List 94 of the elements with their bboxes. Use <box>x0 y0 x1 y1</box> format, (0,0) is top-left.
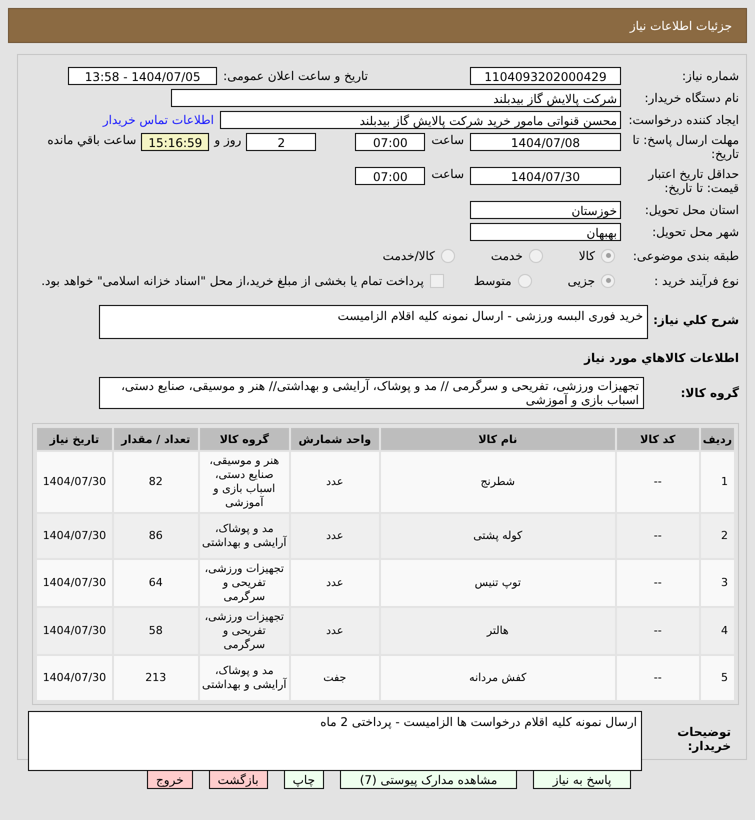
table-cell: 1 <box>700 452 734 512</box>
option-label: خدمت <box>490 248 523 262</box>
table-cell: 1404/07/30 <box>37 656 112 700</box>
table-cell: هالتر <box>380 608 615 654</box>
table-cell: کفش مردانه <box>380 656 615 700</box>
column-header: ردیف <box>700 428 734 450</box>
radio-button[interactable] <box>601 274 615 288</box>
option-label: جزیی <box>568 274 595 288</box>
days-label: روز و <box>214 133 242 147</box>
table-cell: -- <box>616 608 699 654</box>
text-area[interactable]: خرید فوری البسه ورزشی - ارسال نمونه کلیه اقلام الزامیست <box>99 305 648 339</box>
column-header: تاریخ نیاز <box>37 428 112 450</box>
table-cell: -- <box>616 560 699 606</box>
text-field[interactable]: 07:00 <box>355 167 426 185</box>
column-header: نام کالا <box>380 428 615 450</box>
table-cell: عدد <box>290 608 379 654</box>
field-label: مهلت ارسال پاسخ: تا تاریخ: <box>631 133 739 161</box>
radio-button[interactable] <box>518 274 532 288</box>
table-cell: 5 <box>700 656 734 700</box>
table-cell: 1404/07/30 <box>37 560 112 606</box>
table-cell: -- <box>616 452 699 512</box>
radio-button[interactable] <box>440 248 455 262</box>
column-header: تعداد / مقدار <box>114 428 198 450</box>
table-cell: مد و پوشاک، آرایشی و بهداشتی <box>200 514 289 558</box>
table-cell: -- <box>616 514 699 558</box>
table-cell: کوله پشتی <box>380 514 615 558</box>
table-cell: 3 <box>700 560 734 606</box>
table-cell: عدد <box>290 560 379 606</box>
field-label: استان محل تحویل: <box>644 203 739 217</box>
text-field[interactable]: محسن قنواتی مامور خرید شرکت پالایش گاز بیدبلند <box>220 111 621 129</box>
field-label: حداقل تاریخ اعتبار قیمت: تا تاریخ: <box>646 167 739 195</box>
field-label: ایجاد کننده درخواست: <box>627 113 739 127</box>
radio-button[interactable] <box>528 248 543 262</box>
table-cell: -- <box>616 656 699 700</box>
radio-button[interactable] <box>601 248 615 262</box>
section-heading: اطلاعات کالاهاي مورد نياز <box>582 351 739 367</box>
column-header: کد کالا <box>616 428 699 450</box>
column-header: گروه کالا <box>200 428 289 450</box>
option-label: کالا <box>578 248 595 262</box>
table-cell: تجهیزات ورزشی، تفریحی و سرگرمی <box>200 560 289 606</box>
table-cell: 64 <box>114 560 198 606</box>
field-label: توضیحات خریدار: <box>676 724 732 753</box>
table-cell: مد و پوشاک، آرایشی و بهداشتی <box>200 656 289 700</box>
table-cell: 82 <box>114 452 198 512</box>
field-label: شهر محل تحویل: <box>651 225 739 239</box>
text-field[interactable]: 1404/07/30 <box>470 167 621 185</box>
checkbox-label: پرداخت تمام یا بخشی از مبلغ خرید،از محل "اسناد خزانه اسلامی" خواهد بود. <box>41 274 424 288</box>
field-label: طبقه بندی موضوعی: <box>632 248 739 262</box>
text-field[interactable]: 1104093202000429 <box>470 67 621 85</box>
table-cell: 1404/07/30 <box>37 608 112 654</box>
table-cell: 1404/07/30 <box>37 514 112 558</box>
table-cell: توپ تنیس <box>380 560 615 606</box>
text-field[interactable]: 1404/07/05 - 13:58 <box>68 67 218 85</box>
field-label: نوع فرآیند خرید : <box>653 274 739 288</box>
table-cell: 58 <box>114 608 198 654</box>
text-field[interactable]: 2 <box>246 133 316 151</box>
page-title: جزئیات اطلاعات نیاز <box>630 18 732 32</box>
text-field[interactable]: شرکت پالایش گاز بیدبلند <box>171 89 621 107</box>
field-label: شماره نیاز: <box>681 69 739 83</box>
field-label: نام دستگاه خریدار: <box>644 91 739 105</box>
table-cell: عدد <box>290 452 379 512</box>
time-label: ساعت <box>431 167 464 181</box>
table-cell: عدد <box>290 514 379 558</box>
table-cell: جفت <box>290 656 379 700</box>
table-cell: هنر و موسیقی، صنایع دستی، اسباب بازی و آموزشی <box>200 452 289 512</box>
field-label: تاریخ و ساعت اعلان عمومی: <box>223 69 368 83</box>
contact-link[interactable]: اطلاعات تماس خریدار <box>102 113 214 127</box>
action-button[interactable]: پاسخ به نیاز <box>533 770 631 789</box>
text-area[interactable]: تجهیزات ورزشی، تفریحی و سرگرمی // مد و پوشاک، آرایشی و بهداشتی// هنر و موسیقی، صنایع دستی، اسباب بازی و آموزشی <box>99 377 644 409</box>
text-field[interactable]: 07:00 <box>355 133 426 151</box>
text-area[interactable]: ارسال نمونه کلیه اقلام درخواست ها الزامیست - پرداختی 2 ماه <box>28 711 642 771</box>
table-cell: 213 <box>114 656 198 700</box>
time-label: ساعت <box>431 133 464 147</box>
action-button[interactable]: مشاهده مدارک پیوستی (7) <box>340 770 517 789</box>
column-header: واحد شمارش <box>290 428 379 450</box>
table-cell: 1404/07/30 <box>37 452 112 512</box>
table-cell: شطرنج <box>380 452 615 512</box>
text-field[interactable]: 1404/07/08 <box>470 133 621 151</box>
field-label: گروه کالا: <box>680 386 739 400</box>
table-cell: 86 <box>114 514 198 558</box>
text-field[interactable]: بهبهان <box>470 223 621 241</box>
field-label: شرح کلي نياز: <box>652 312 739 327</box>
table-cell: 4 <box>700 608 734 654</box>
action-button[interactable]: چاپ <box>284 770 324 789</box>
option-label: متوسط <box>474 274 512 288</box>
table-cell: تجهیزات ورزشی، تفریحی و سرگرمی <box>200 608 289 654</box>
remaining-label: ساعت باقي مانده <box>47 133 136 147</box>
table-cell: 2 <box>700 514 734 558</box>
countdown-field[interactable]: 15:16:59 <box>141 133 210 151</box>
checkbox[interactable] <box>430 274 444 288</box>
text-field[interactable]: خوزستان <box>470 201 621 219</box>
option-label: کالا/خدمت <box>382 248 435 262</box>
action-button[interactable]: خروج <box>147 770 193 789</box>
action-button[interactable]: بازگشت <box>208 770 268 789</box>
